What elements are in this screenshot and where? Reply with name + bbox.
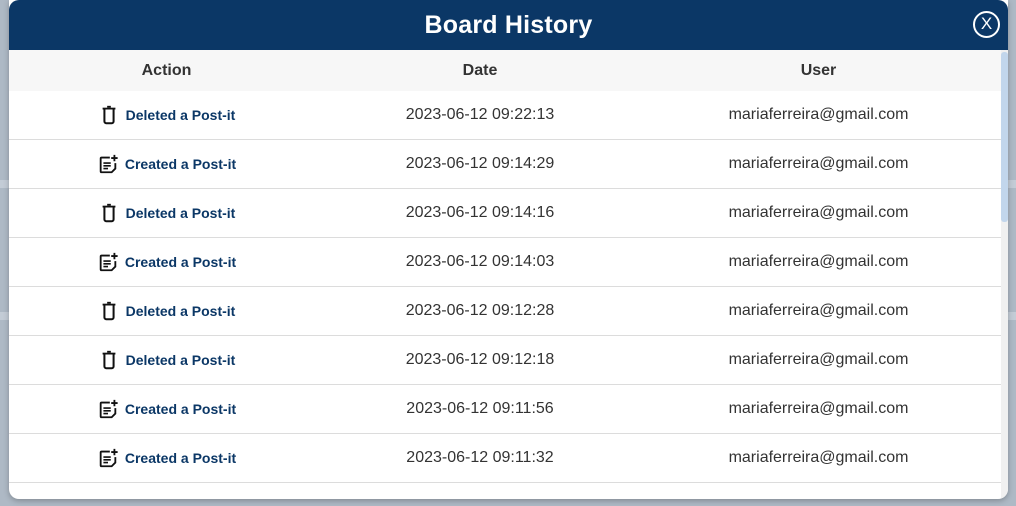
action-cell: Deleted a Post-it: [9, 349, 324, 371]
date-cell: 2023-06-12 09:12:18: [405, 351, 555, 368]
note-add-icon: [97, 153, 119, 175]
modal-title: Board History: [424, 10, 593, 39]
column-header-date: Date: [462, 61, 498, 79]
history-table: Action Date User Deleted a Post-it 2023-0…: [9, 50, 1001, 499]
table-row: Created a Post-it 2023-06-12 09:14:29 mari…: [9, 140, 1001, 189]
date-cell: 2023-06-12 09:22:13: [405, 106, 555, 123]
action-label: Deleted a Post-it: [125, 205, 236, 221]
action-cell: Created a Post-it: [9, 398, 324, 420]
date-cell: 2023-06-12 09:12:28: [405, 302, 555, 319]
date-cell: 2023-06-12 09:14:16: [405, 204, 555, 221]
action-cell: Deleted a Post-it: [9, 104, 324, 126]
table-row: Deleted a Post-it 2023-06-12 09:12:18 mari…: [9, 336, 1001, 385]
action-label: Created a Post-it: [124, 254, 237, 270]
trash-icon: [98, 349, 120, 371]
table-row: Created a Post-it 2023-06-12 09:14:03 mari…: [9, 238, 1001, 287]
table-row: Deleted a Post-it 2023-06-12 09:22:13 mari…: [9, 91, 1001, 140]
trash-icon: [98, 104, 120, 126]
column-header-user: User: [800, 61, 837, 79]
note-add-icon: [97, 398, 119, 420]
close-button[interactable]: X: [973, 11, 1000, 38]
user-cell: mariaferreira@gmail.com: [728, 204, 909, 221]
action-label: Created a Post-it: [124, 156, 237, 172]
trash-icon: [98, 202, 120, 224]
table-row: Created a Post-it 2023-06-12 09:11:32 mari…: [9, 434, 1001, 483]
board-history-modal: Board History X Action Date User Deleted…: [9, 0, 1008, 499]
date-cell: 2023-06-12 09:11:56: [406, 400, 554, 417]
action-cell: Deleted a Post-it: [9, 300, 324, 322]
table-body: Deleted a Post-it 2023-06-12 09:22:13 mari…: [9, 91, 1001, 483]
user-cell: mariaferreira@gmail.com: [728, 106, 909, 123]
user-cell: mariaferreira@gmail.com: [728, 351, 909, 368]
user-cell: mariaferreira@gmail.com: [728, 302, 909, 319]
action-label: Created a Post-it: [124, 450, 237, 466]
table-row: Deleted a Post-it 2023-06-12 09:12:28 mari…: [9, 287, 1001, 336]
user-cell: mariaferreira@gmail.com: [728, 155, 909, 172]
user-cell: mariaferreira@gmail.com: [728, 449, 909, 466]
table-row: Deleted a Post-it 2023-06-12 09:14:16 mari…: [9, 189, 1001, 238]
action-cell: Deleted a Post-it: [9, 202, 324, 224]
table-header: Action Date User: [9, 50, 1001, 91]
scrollbar-thumb[interactable]: [1001, 52, 1008, 222]
trash-icon: [98, 300, 120, 322]
date-cell: 2023-06-12 09:11:32: [406, 449, 554, 466]
action-label: Deleted a Post-it: [125, 303, 236, 319]
action-cell: Created a Post-it: [9, 447, 324, 469]
note-add-icon: [97, 251, 119, 273]
modal-header: Board History: [9, 0, 1008, 50]
note-add-icon: [97, 447, 119, 469]
action-cell: Created a Post-it: [9, 153, 324, 175]
date-cell: 2023-06-12 09:14:29: [405, 155, 555, 172]
column-header-action: Action: [141, 61, 192, 79]
action-label: Created a Post-it: [124, 401, 237, 417]
action-label: Deleted a Post-it: [125, 352, 236, 368]
table-row: Created a Post-it 2023-06-12 09:11:56 mari…: [9, 385, 1001, 434]
action-label: Deleted a Post-it: [125, 107, 236, 123]
action-cell: Created a Post-it: [9, 251, 324, 273]
user-cell: mariaferreira@gmail.com: [728, 400, 909, 417]
user-cell: mariaferreira@gmail.com: [728, 253, 909, 270]
date-cell: 2023-06-12 09:14:03: [405, 253, 555, 270]
